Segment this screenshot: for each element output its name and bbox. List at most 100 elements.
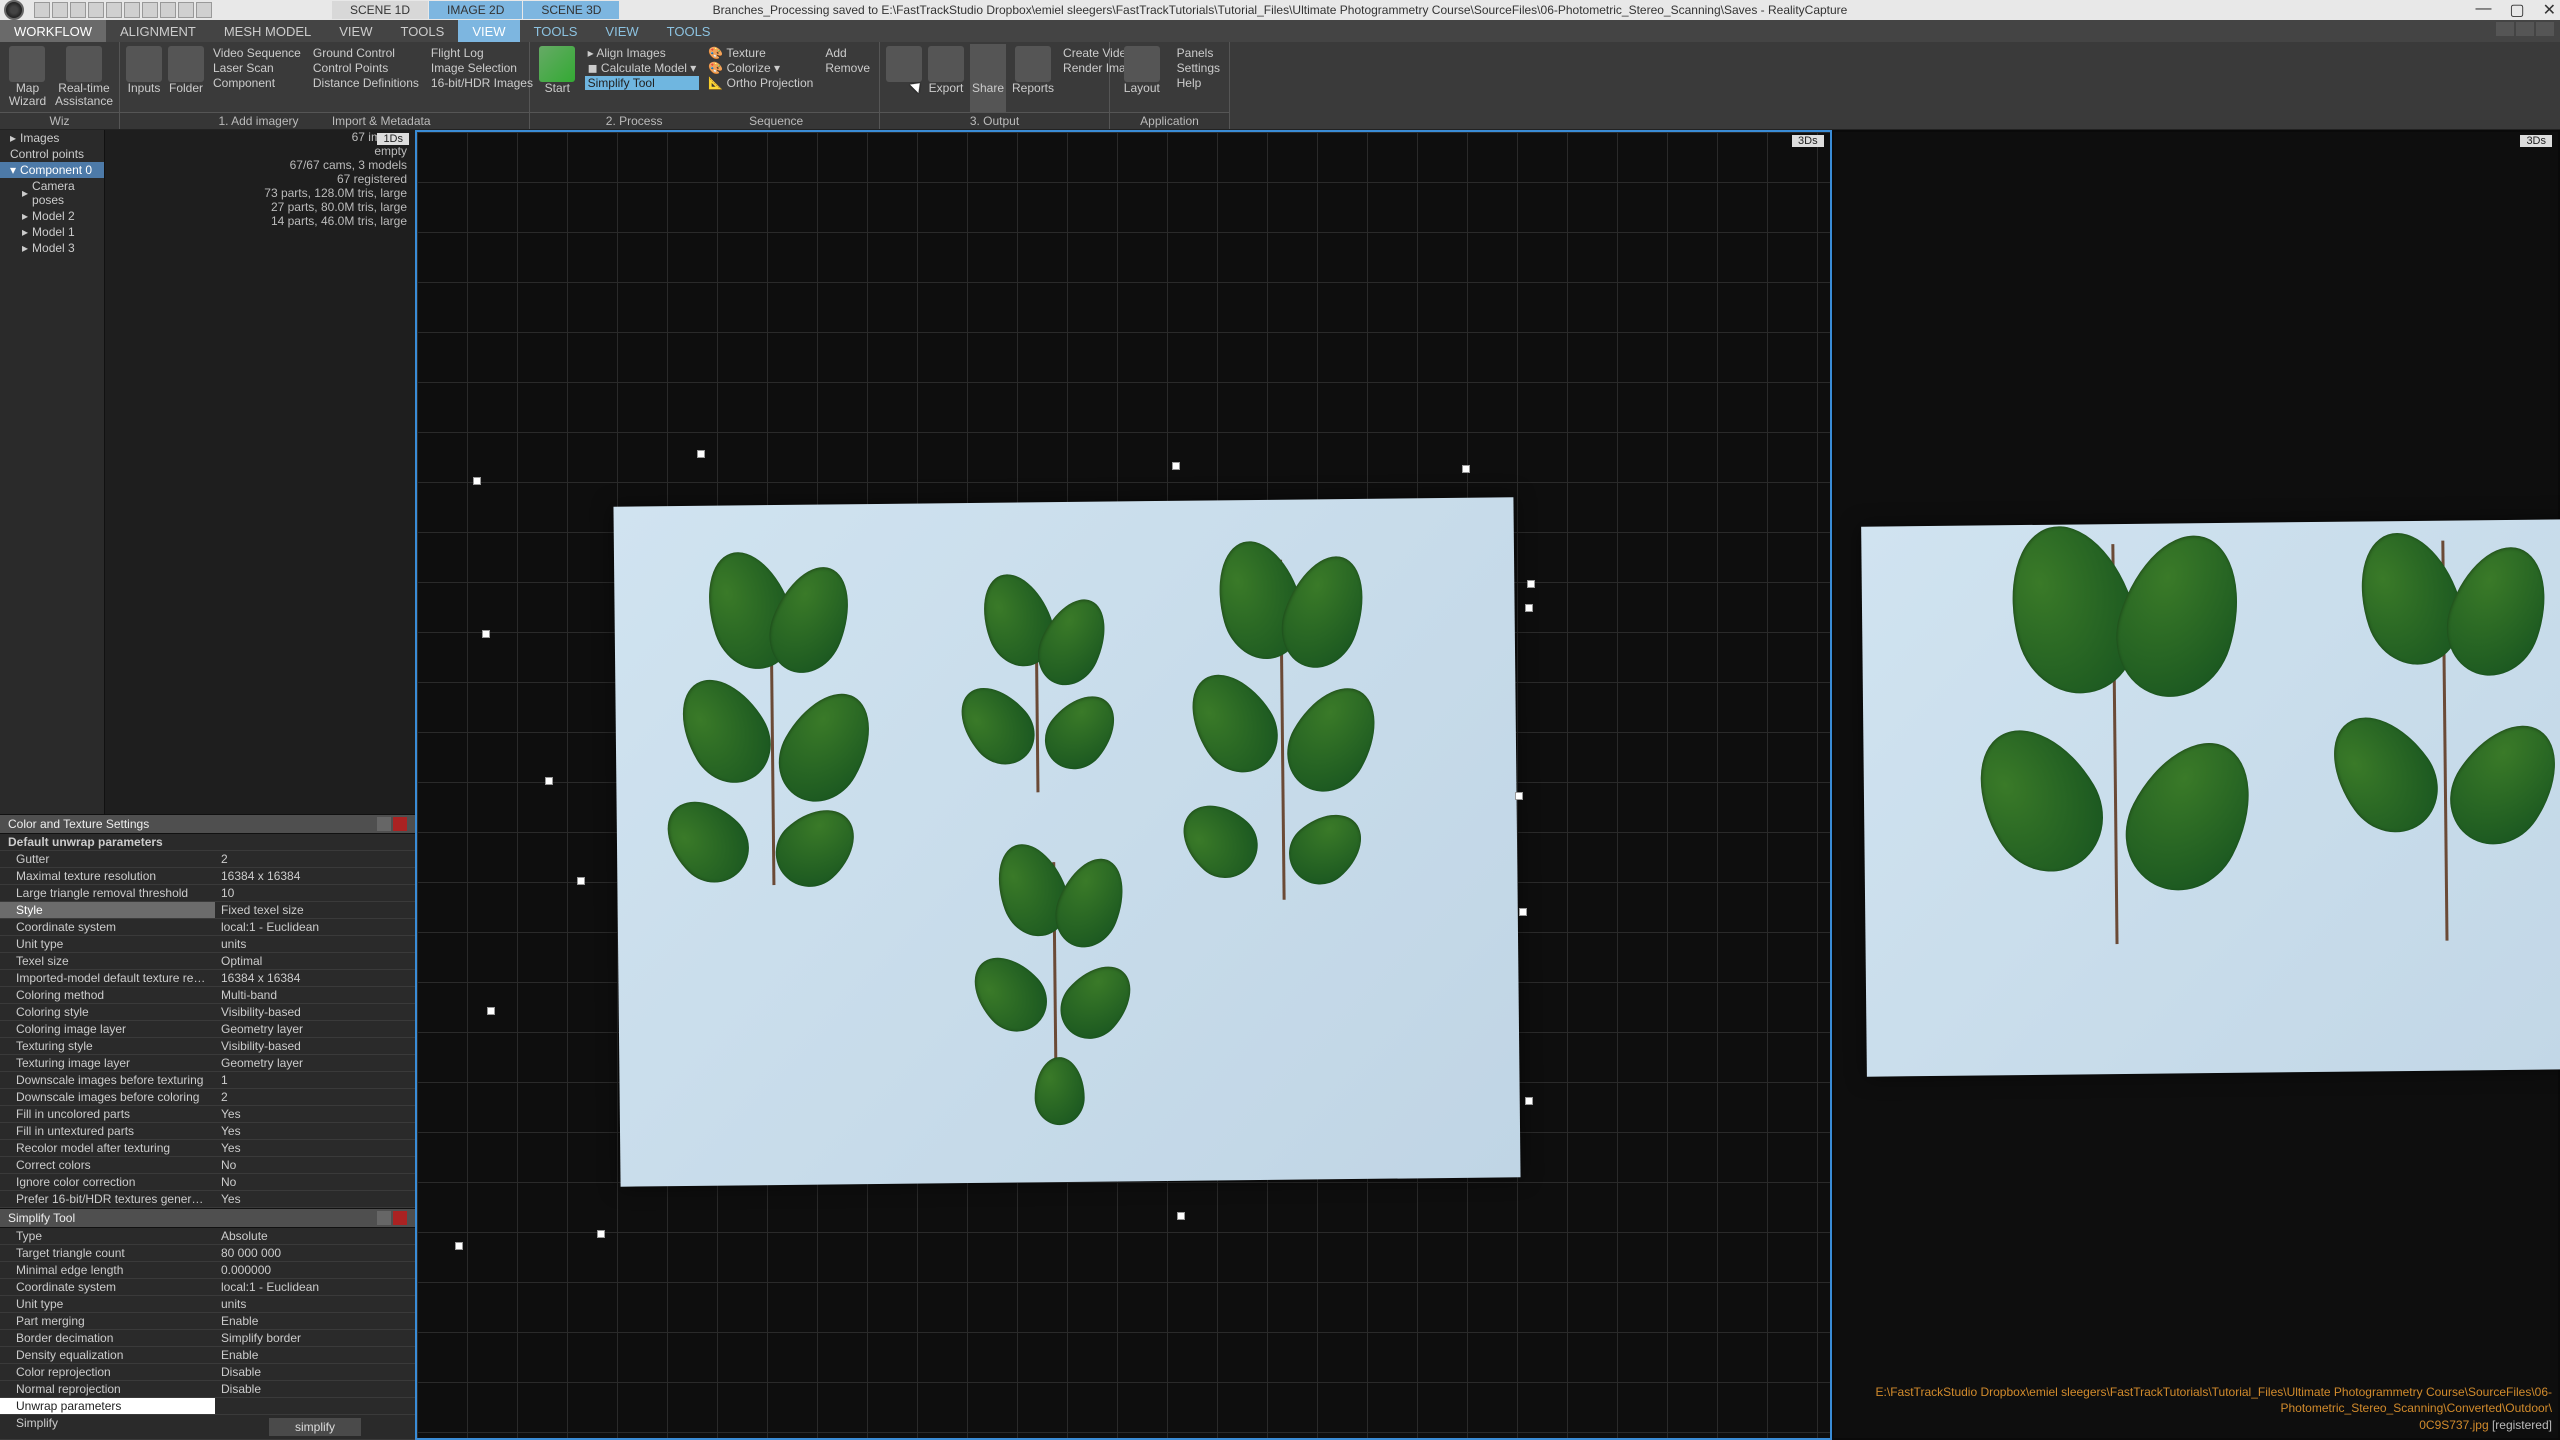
qat-icon[interactable] (124, 2, 140, 18)
cursor-icon (913, 80, 927, 100)
scene-tabs[interactable]: SCENE 1D IMAGE 2D SCENE 3D (332, 1, 619, 19)
viewport-3d-main[interactable]: 3Ds (415, 130, 1832, 1440)
property-row[interactable]: Imported-model default texture resolutio… (0, 970, 415, 987)
layout-icon (1124, 46, 1160, 82)
qat-icon[interactable] (70, 2, 86, 18)
qat-icon[interactable] (178, 2, 194, 18)
ribbon-group-add-imagery: Inputs Folder Video SequenceLaser ScanCo… (120, 42, 530, 129)
qat-icon[interactable] (196, 2, 212, 18)
maximize-icon[interactable]: ▢ (2509, 0, 2524, 20)
qat-icon[interactable] (34, 2, 50, 18)
qat-icon[interactable] (106, 2, 122, 18)
property-row[interactable]: Texel sizeOptimal (0, 953, 415, 970)
scene-tab-2d[interactable]: IMAGE 2D (429, 1, 522, 19)
qat-icon[interactable] (52, 2, 68, 18)
model-surface-side (1861, 517, 2560, 1076)
scene-tab-1d[interactable]: SCENE 1D (332, 1, 428, 19)
property-row[interactable]: Color reprojectionDisable (0, 1364, 415, 1381)
property-row[interactable]: Simplifysimplify (0, 1415, 415, 1440)
tab-alignment[interactable]: ALIGNMENT (106, 20, 210, 42)
property-row[interactable]: Unwrap parameters (0, 1398, 415, 1415)
tab-view1[interactable]: VIEW (325, 20, 386, 42)
property-row[interactable]: Prefer 16-bit/HDR textures generationYes (0, 1191, 415, 1208)
summary-line: 67 registered (105, 172, 415, 186)
view-badge-3d[interactable]: 3Ds (2520, 135, 2552, 147)
tree-component0[interactable]: ▾ Component 0 (0, 162, 104, 178)
ribbon-body: MapWizard Real-timeAssistance Wiz Inputs… (0, 42, 2560, 130)
property-row[interactable]: Large triangle removal threshold10 (0, 885, 415, 902)
property-row[interactable]: Unit typeunits (0, 936, 415, 953)
property-row[interactable]: Fill in uncolored partsYes (0, 1106, 415, 1123)
property-row[interactable]: Border decimationSimplify border (0, 1330, 415, 1347)
tree-camera-poses[interactable]: ▸ Camera poses (0, 178, 104, 208)
assist-icon (66, 46, 102, 82)
summary-line: 73 parts, 128.0M tris, large (105, 186, 415, 200)
tab-view3[interactable]: VIEW (591, 20, 652, 42)
property-row[interactable]: Density equalizationEnable (0, 1347, 415, 1364)
property-row[interactable]: Part mergingEnable (0, 1313, 415, 1330)
tree-images[interactable]: ▸ Images (0, 130, 104, 146)
share-icon (970, 46, 1006, 82)
property-row[interactable]: Recolor model after texturingYes (0, 1140, 415, 1157)
tab-view2[interactable]: VIEW (458, 20, 519, 42)
inputs-icon (126, 46, 162, 82)
tab-tools1[interactable]: TOOLS (386, 20, 458, 42)
summary-line: 67 images (105, 130, 415, 144)
property-row[interactable]: StyleFixed texel size (0, 902, 415, 919)
map-icon (9, 46, 45, 82)
panel-header-simplify[interactable]: Simplify Tool (0, 1208, 415, 1228)
group-label: Application (1110, 112, 1229, 129)
property-panels[interactable]: Color and Texture Settings Default unwra… (0, 814, 415, 1440)
property-row[interactable]: Normal reprojectionDisable (0, 1381, 415, 1398)
tab-tools3[interactable]: TOOLS (653, 20, 725, 42)
reports-icon (1015, 46, 1051, 82)
viewport-3d-side[interactable]: 3Ds E:\FastTrackStudio Dropbox\emiel sle… (1832, 130, 2560, 1440)
tree-model2[interactable]: ▸ Model 2 (0, 208, 104, 224)
property-row[interactable]: Downscale images before texturing1 (0, 1072, 415, 1089)
simplify-button[interactable]: simplify (269, 1418, 361, 1436)
group-label: 3. Output (880, 112, 1109, 129)
summary-line: empty (105, 144, 415, 158)
ribbon-tabs[interactable]: WORKFLOW ALIGNMENT MESH MODEL VIEW TOOLS… (0, 20, 2560, 42)
tab-workflow[interactable]: WORKFLOW (0, 20, 106, 42)
scene-tab-3d[interactable]: SCENE 3D (523, 1, 619, 19)
summary-line: 27 parts, 80.0M tris, large (105, 200, 415, 214)
property-row[interactable]: Coordinate systemlocal:1 - Euclidean (0, 919, 415, 936)
panel-header-color-texture[interactable]: Color and Texture Settings (0, 814, 415, 834)
quick-access-toolbar[interactable] (34, 2, 212, 18)
property-row[interactable]: Gutter2 (0, 851, 415, 868)
ribbon-corner-commands[interactable] (2496, 22, 2554, 36)
property-row[interactable]: Coloring styleVisibility-based (0, 1004, 415, 1021)
property-row[interactable]: Ignore color correctionNo (0, 1174, 415, 1191)
tree-control-points[interactable]: Control points (0, 146, 104, 162)
window-controls[interactable]: — ▢ ✕ (2475, 0, 2556, 20)
folder-icon (168, 46, 204, 82)
property-row[interactable]: Fill in untextured partsYes (0, 1123, 415, 1140)
minimize-icon[interactable]: — (2475, 0, 2491, 20)
property-row[interactable]: TypeAbsolute (0, 1228, 415, 1245)
qat-icon[interactable] (88, 2, 104, 18)
property-row[interactable]: Correct colorsNo (0, 1157, 415, 1174)
view-badge-3d[interactable]: 3Ds (1792, 135, 1824, 147)
close-icon[interactable]: ✕ (2543, 0, 2556, 20)
ribbon-group-wiz: MapWizard Real-timeAssistance Wiz (0, 42, 120, 129)
property-row[interactable]: Target triangle count80 000 000 (0, 1245, 415, 1262)
property-row[interactable]: Coloring image layerGeometry layer (0, 1021, 415, 1038)
model-surface (613, 497, 1520, 1186)
property-row[interactable]: Minimal edge length0.000000 (0, 1262, 415, 1279)
tree-model3[interactable]: ▸ Model 3 (0, 240, 104, 256)
tab-mesh[interactable]: MESH MODEL (210, 20, 325, 42)
qat-icon[interactable] (160, 2, 176, 18)
property-row[interactable]: Coordinate systemlocal:1 - Euclidean (0, 1279, 415, 1296)
qat-icon[interactable] (142, 2, 158, 18)
property-row[interactable]: Coloring methodMulti-band (0, 987, 415, 1004)
property-row[interactable]: Maximal texture resolution16384 x 16384 (0, 868, 415, 885)
property-row[interactable]: Texturing image layerGeometry layer (0, 1055, 415, 1072)
summary-line: 67/67 cams, 3 models (105, 158, 415, 172)
view-badge-1d[interactable]: 1Ds (377, 133, 409, 145)
property-row[interactable]: Downscale images before coloring2 (0, 1089, 415, 1106)
tree-model1[interactable]: ▸ Model 1 (0, 224, 104, 240)
property-row[interactable]: Unit typeunits (0, 1296, 415, 1313)
tab-tools2[interactable]: TOOLS (520, 20, 592, 42)
property-row[interactable]: Texturing styleVisibility-based (0, 1038, 415, 1055)
